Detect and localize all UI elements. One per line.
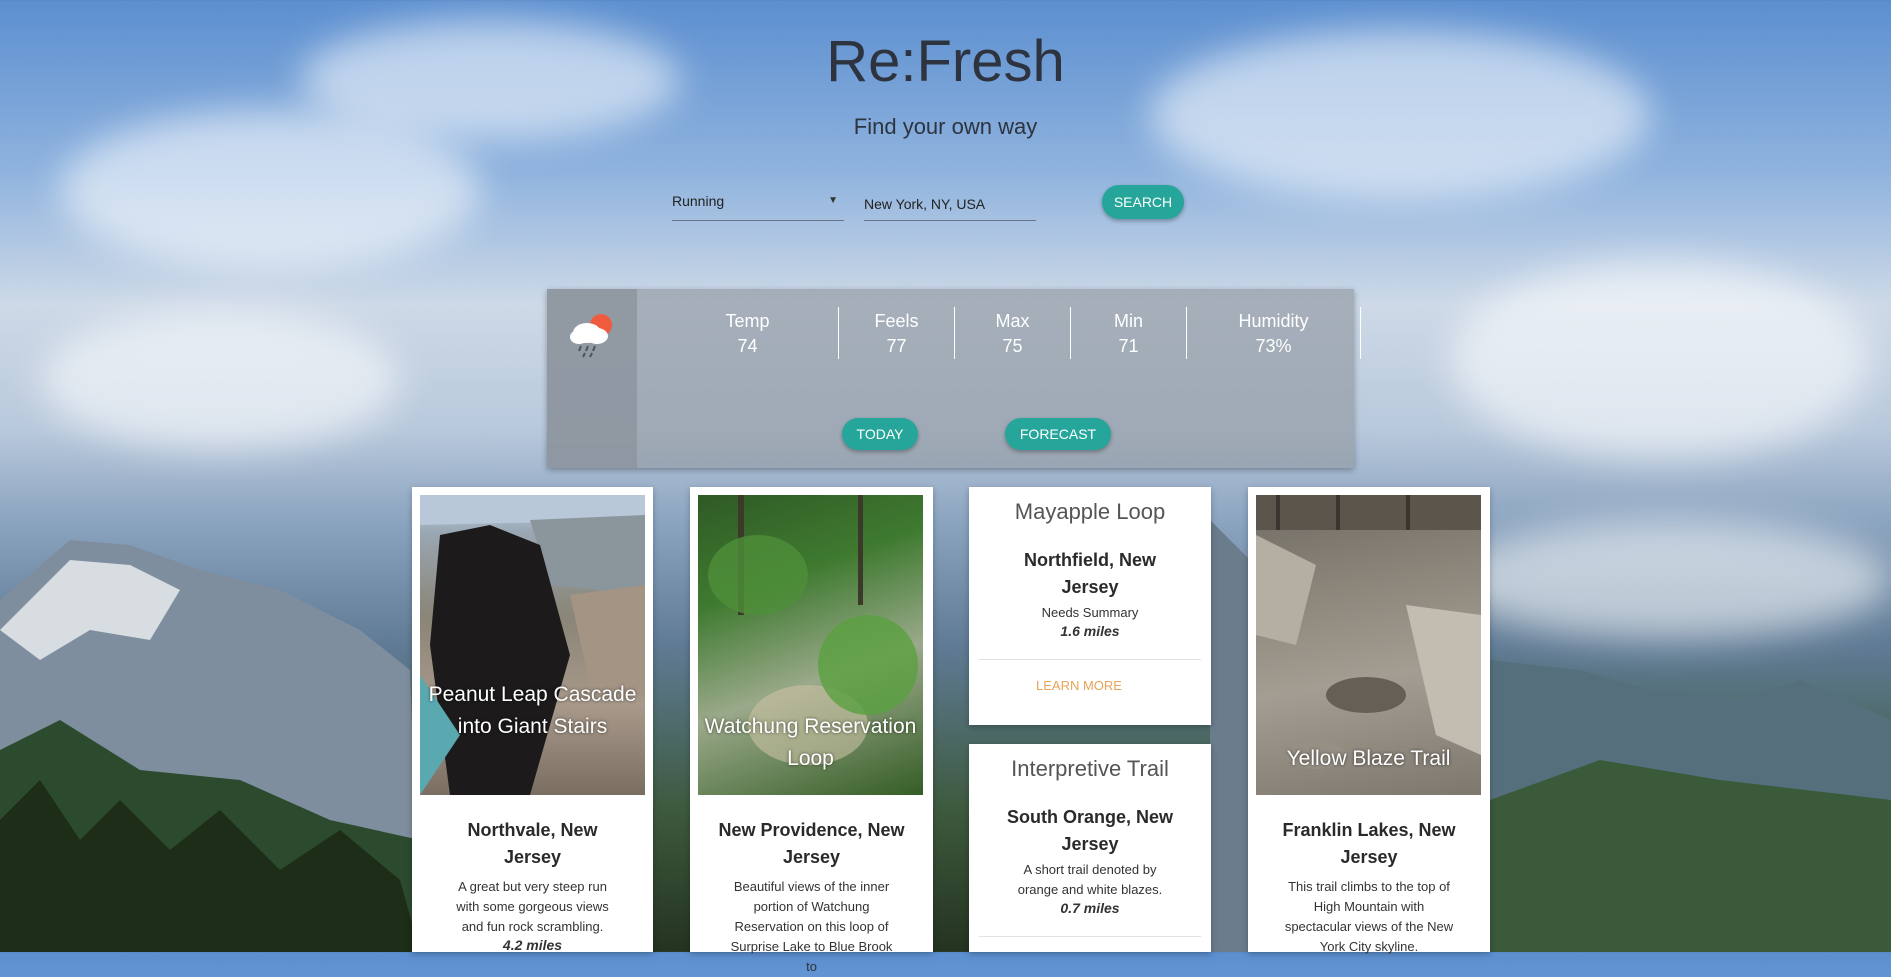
trail-length: 4.2 miles — [502, 937, 563, 953]
activity-select-value: Running — [672, 193, 725, 209]
stat-max: Max 75 — [955, 311, 1070, 356]
stat-label: Min — [1113, 311, 1143, 331]
trail-card[interactable]: Watchung Reservation Loop New Providence… — [690, 487, 933, 974]
trail-image-title: Peanut Leap Cascade into Giant Stairs — [428, 683, 637, 738]
search-button[interactable]: SEARCH — [1102, 185, 1184, 219]
stat-value: 73% — [1255, 336, 1292, 356]
trail-card[interactable]: Peanut Leap Cascade into Giant Stairs No… — [412, 487, 653, 953]
trail-card[interactable]: Mayapple Loop Northfield, New Jersey Nee… — [969, 487, 1211, 725]
divider — [1360, 307, 1361, 359]
trail-image-title: Watchung Reservation Loop — [704, 715, 917, 770]
trail-card[interactable]: Yellow Blaze Trail Franklin Lakes, New J… — [1248, 487, 1490, 954]
trail-summary: Needs Summary — [1041, 605, 1139, 620]
trail-image[interactable]: Yellow Blaze Trail — [1256, 495, 1481, 795]
learn-more-link[interactable]: LEARN MORE — [969, 660, 1211, 693]
trail-card[interactable]: Interpretive Trail South Orange, New Jer… — [969, 744, 1211, 952]
cloud-rain-sun-icon — [570, 314, 612, 358]
trail-location: Northfield, New Jersey — [1023, 550, 1156, 597]
trail-summary: Beautiful views of the inner portion of … — [730, 879, 893, 974]
weather-icon-box — [547, 289, 637, 468]
activity-select[interactable]: Running ▼ — [672, 188, 844, 221]
stat-value: 74 — [737, 336, 758, 356]
stat-value: 75 — [1002, 336, 1023, 356]
trail-title: Interpretive Trail — [1011, 756, 1169, 781]
location-input[interactable] — [864, 188, 1036, 221]
trail-title: Mayapple Loop — [1014, 499, 1166, 524]
chevron-down-icon: ▼ — [828, 195, 838, 206]
trail-image[interactable]: Watchung Reservation Loop — [698, 495, 923, 795]
trail-image-title: Yellow Blaze Trail — [1286, 747, 1451, 770]
trail-summary: A short trail denoted by orange and whit… — [1017, 862, 1163, 897]
trail-location: Northvale, New Jersey — [467, 820, 598, 867]
stat-temp: Temp 74 — [657, 311, 838, 356]
stat-label: Humidity — [1238, 311, 1309, 331]
stat-value: 71 — [1118, 336, 1139, 356]
stat-humidity: Humidity 73% — [1187, 311, 1360, 356]
trail-length: 0.7 miles — [1060, 900, 1120, 916]
stat-value: 77 — [886, 336, 907, 356]
trail-summary: A great but very steep run with some gor… — [456, 879, 609, 934]
divider — [979, 936, 1201, 937]
stat-min: Min 71 — [1071, 311, 1186, 356]
stat-feels: Feels 77 — [839, 311, 954, 356]
trail-location: South Orange, New Jersey — [1006, 807, 1174, 854]
trail-location: Franklin Lakes, New Jersey — [1282, 820, 1456, 867]
app-title: Re:Fresh — [826, 29, 1065, 94]
today-button[interactable]: TODAY — [842, 418, 918, 450]
trail-image[interactable]: Peanut Leap Cascade into Giant Stairs — [420, 495, 645, 795]
trail-location: New Providence, New Jersey — [718, 820, 905, 867]
trail-summary: This trail climbs to the top of High Mou… — [1284, 879, 1454, 954]
weather-stats: Temp 74 Feels 77 Max 75 Min 71 Humidity … — [657, 307, 1361, 359]
forecast-button[interactable]: FORECAST — [1005, 418, 1111, 450]
stat-label: Feels — [874, 311, 919, 331]
app-subtitle: Find your own way — [853, 114, 1038, 139]
weather-panel: Temp 74 Feels 77 Max 75 Min 71 Humidity … — [547, 289, 1361, 468]
stat-label: Temp — [725, 311, 770, 331]
stat-label: Max — [995, 311, 1030, 331]
trail-length: 1.6 miles — [1060, 623, 1120, 639]
